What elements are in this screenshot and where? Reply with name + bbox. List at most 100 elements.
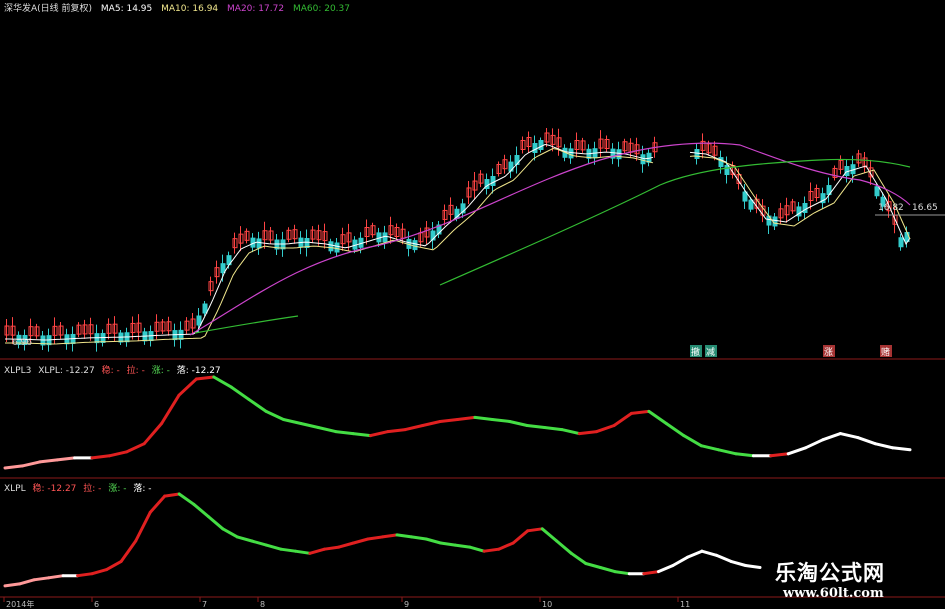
indicator-segment xyxy=(891,446,912,452)
indicator-segment xyxy=(105,559,123,572)
candle-down xyxy=(742,191,748,202)
last-price-label: 16.82 xyxy=(878,203,904,213)
x-axis: 2014年 6 7 8 9 10 11 xyxy=(3,597,690,609)
stock-title: 深华发A(日线 前复权) xyxy=(4,4,93,14)
indicator-segment xyxy=(386,428,407,434)
candle-down xyxy=(196,315,202,326)
candle-down xyxy=(724,165,730,175)
indicator-segment xyxy=(134,510,152,543)
signal-label: 减 xyxy=(706,346,715,358)
indicator-segment xyxy=(194,375,216,381)
indicator-segment xyxy=(160,393,181,425)
indicator-segment xyxy=(250,539,268,547)
indicator-panel-2 xyxy=(3,492,762,588)
ind2-name: XLPL xyxy=(4,484,26,494)
indicator-segment xyxy=(334,430,355,436)
indicator-segment xyxy=(685,549,704,559)
x-tick-label: 8 xyxy=(260,600,265,609)
indicator-segment xyxy=(453,543,472,549)
indicator-segment xyxy=(543,426,564,432)
watermark-url: www.60lt.com xyxy=(783,586,884,601)
indicator-segment xyxy=(212,375,233,389)
signal-label: 涨 xyxy=(824,347,833,358)
indicator-segment xyxy=(366,535,384,541)
indicator-segment xyxy=(177,492,196,506)
ind1-d: 落: -12.27 xyxy=(176,366,221,376)
ind2-a: 稳: -12.27 xyxy=(32,484,77,494)
indicator-segment xyxy=(473,415,494,421)
indicator-segment xyxy=(352,537,370,545)
indicator-segment xyxy=(229,385,251,401)
indicator-segment xyxy=(206,515,225,531)
ind2-b: 拉: - xyxy=(83,484,102,494)
indicator-segment xyxy=(107,450,129,458)
indicator-segment xyxy=(497,541,515,551)
indicator-segment xyxy=(148,494,167,514)
x-tick-label: 11 xyxy=(680,600,690,609)
ind2-c: 涨: - xyxy=(108,484,127,494)
indicator-segment xyxy=(856,436,877,446)
indicator-segment xyxy=(55,456,77,462)
indicator-segment xyxy=(595,424,616,434)
indicator-segment xyxy=(299,422,320,429)
indicator-segment xyxy=(821,432,842,442)
indicator-segment xyxy=(119,539,138,563)
candle-down xyxy=(328,241,334,252)
candle-down xyxy=(748,199,754,210)
indicator-2-header: XLPL 稳: -12.27 拉: - 涨: - 落: - xyxy=(4,481,156,494)
indicator-segment xyxy=(734,452,755,458)
indicator-panel-1 xyxy=(3,375,912,470)
x-tick-label: 9 xyxy=(404,600,409,609)
indicator-segment xyxy=(642,570,660,576)
indicator-segment xyxy=(337,541,355,549)
indicator-segment xyxy=(192,502,210,518)
ma-value-label: 16.65 xyxy=(912,203,938,213)
candle-down xyxy=(334,242,340,253)
indicator-segment xyxy=(560,428,581,436)
ma10-label: MA10: 16.94 xyxy=(161,4,219,14)
indicator-segment xyxy=(247,397,268,413)
ind1-name: XLPL3 xyxy=(4,366,32,376)
indicator-segment xyxy=(482,547,501,553)
indicator-segment xyxy=(322,545,341,551)
watermark-title: 乐淘公式网 xyxy=(775,561,885,585)
indicator-segment xyxy=(32,576,51,582)
indicator-segment xyxy=(308,547,326,555)
candle-down xyxy=(490,176,496,186)
candle-down xyxy=(508,161,514,172)
indicator-segment xyxy=(656,564,675,574)
indicator-segment xyxy=(744,564,762,569)
candle-down xyxy=(412,240,418,251)
ind2-d: 落: - xyxy=(133,484,152,494)
x-tick-label: 6 xyxy=(94,600,99,609)
candle-down xyxy=(694,149,700,159)
candle-down xyxy=(256,238,262,249)
candle-down xyxy=(220,263,226,274)
indicator-segment xyxy=(682,434,703,448)
candle-down xyxy=(202,303,208,314)
indicator-segment xyxy=(351,432,372,438)
indicator-segment xyxy=(20,460,42,468)
candle-down xyxy=(898,237,904,248)
x-tick-label: 2014年 xyxy=(6,599,34,609)
indicator-segment xyxy=(264,409,285,421)
chart-canvas: 6.96 16.82 16.65 撤减 涨 赌 2014年 6 7 8 9 10 11 xyxy=(0,128,945,609)
ma60-label: MA60: 20.37 xyxy=(292,4,350,14)
ma20-line xyxy=(189,142,911,336)
ma20-label: MA20: 17.72 xyxy=(227,4,285,14)
indicator-segment xyxy=(90,454,111,460)
indicator-segment xyxy=(163,492,181,498)
indicator-1-header: XLPL3 XLPL: -12.27 稳: - 拉: - 涨: - 落: -12… xyxy=(4,363,225,376)
indicator-segment xyxy=(279,547,297,553)
candle-down xyxy=(532,143,538,153)
candle-down xyxy=(514,155,520,165)
indicator-segment xyxy=(18,578,36,586)
indicator-segment xyxy=(293,549,312,555)
indicator-segment xyxy=(525,424,546,429)
indicator-segment xyxy=(873,442,895,450)
indicator-segment xyxy=(508,420,529,427)
indicator-segment xyxy=(38,458,59,464)
indicator-segment xyxy=(76,572,94,578)
indicator-segment xyxy=(584,562,602,569)
indicator-segment xyxy=(456,415,477,421)
